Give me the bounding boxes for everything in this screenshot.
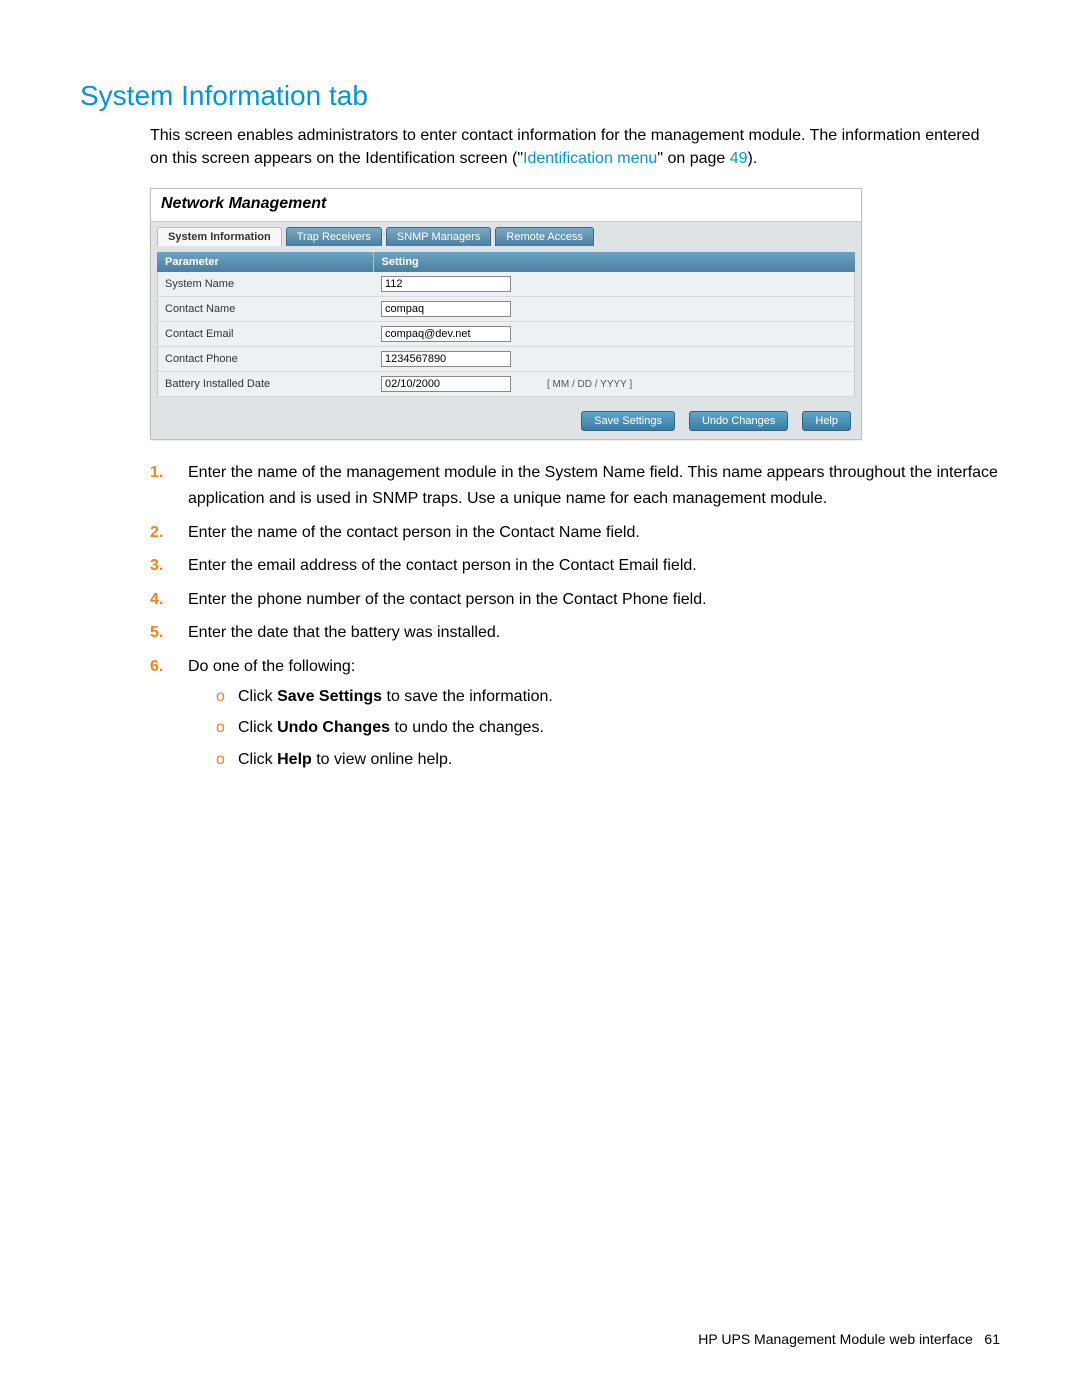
undo-changes-button[interactable]: Undo Changes <box>689 411 788 431</box>
intro-text-3: ). <box>748 150 758 167</box>
substep-undo: Click Undo Changes to undo the changes. <box>216 715 1000 741</box>
substep-text: Click <box>238 688 277 705</box>
contact-email-input[interactable] <box>381 326 511 342</box>
param-label: Contact Phone <box>157 347 373 372</box>
page-footer: HP UPS Management Module web interface 6… <box>698 1331 1000 1347</box>
hint-cell <box>539 347 855 372</box>
substep-bold: Save Settings <box>277 688 382 705</box>
step-2: Enter the name of the contact person in … <box>150 520 1000 546</box>
header-parameter: Parameter <box>157 252 373 272</box>
network-management-screenshot: Network Management System Information Tr… <box>150 188 862 440</box>
step-6: Do one of the following: Click Save Sett… <box>150 654 1000 772</box>
identification-menu-link[interactable]: Identification menu <box>523 150 657 167</box>
tab-snmp-managers[interactable]: SNMP Managers <box>386 227 492 246</box>
battery-date-input[interactable] <box>381 376 511 392</box>
tab-remote-access[interactable]: Remote Access <box>495 227 593 246</box>
table-row: Contact Phone <box>157 347 855 372</box>
substep-text: to view online help. <box>312 751 453 768</box>
substep-text: Click <box>238 751 277 768</box>
contact-phone-input[interactable] <box>381 351 511 367</box>
contact-name-input[interactable] <box>381 301 511 317</box>
system-name-input[interactable] <box>381 276 511 292</box>
hint-cell <box>539 322 855 347</box>
intro-text-2: " on page <box>657 150 729 167</box>
table-row: Contact Email <box>157 322 855 347</box>
action-bar: Save Settings Undo Changes Help <box>151 403 861 439</box>
substep-text: to undo the changes. <box>390 719 544 736</box>
hint-cell <box>539 297 855 322</box>
table-row: Contact Name <box>157 297 855 322</box>
hint-cell <box>539 272 855 297</box>
step-3: Enter the email address of the contact p… <box>150 553 1000 579</box>
table-row: System Name <box>157 272 855 297</box>
param-label: Contact Email <box>157 322 373 347</box>
substep-help: Click Help to view online help. <box>216 747 1000 773</box>
footer-text: HP UPS Management Module web interface <box>698 1331 972 1347</box>
page-ref-link[interactable]: 49 <box>730 150 748 167</box>
table-row: Battery Installed Date [ MM / DD / YYYY … <box>157 372 855 397</box>
date-format-hint: [ MM / DD / YYYY ] <box>539 372 855 397</box>
param-label: Contact Name <box>157 297 373 322</box>
intro-paragraph: This screen enables administrators to en… <box>150 124 1000 170</box>
step-1: Enter the name of the management module … <box>150 460 1000 511</box>
screenshot-title: Network Management <box>151 189 861 222</box>
footer-page-number: 61 <box>984 1331 1000 1347</box>
step-6-sublist: Click Save Settings to save the informat… <box>188 680 1000 773</box>
save-settings-button[interactable]: Save Settings <box>581 411 675 431</box>
substep-bold: Undo Changes <box>277 719 390 736</box>
header-setting: Setting <box>373 252 855 272</box>
substep-text: Click <box>238 719 277 736</box>
tab-trap-receivers[interactable]: Trap Receivers <box>286 227 382 246</box>
step-6-text: Do one of the following: <box>188 658 355 675</box>
tabs-row: System Information Trap Receivers SNMP M… <box>151 222 861 246</box>
page-heading: System Information tab <box>80 80 1000 112</box>
tab-system-information[interactable]: System Information <box>157 227 282 246</box>
instruction-list: Enter the name of the management module … <box>150 460 1000 772</box>
param-label: System Name <box>157 272 373 297</box>
param-label: Battery Installed Date <box>157 372 373 397</box>
substep-bold: Help <box>277 751 312 768</box>
substep-save: Click Save Settings to save the informat… <box>216 684 1000 710</box>
help-button[interactable]: Help <box>802 411 851 431</box>
substep-text: to save the information. <box>382 688 553 705</box>
step-5: Enter the date that the battery was inst… <box>150 620 1000 646</box>
settings-table: Parameter Setting System Name Contact Na… <box>157 252 855 397</box>
step-4: Enter the phone number of the contact pe… <box>150 587 1000 613</box>
